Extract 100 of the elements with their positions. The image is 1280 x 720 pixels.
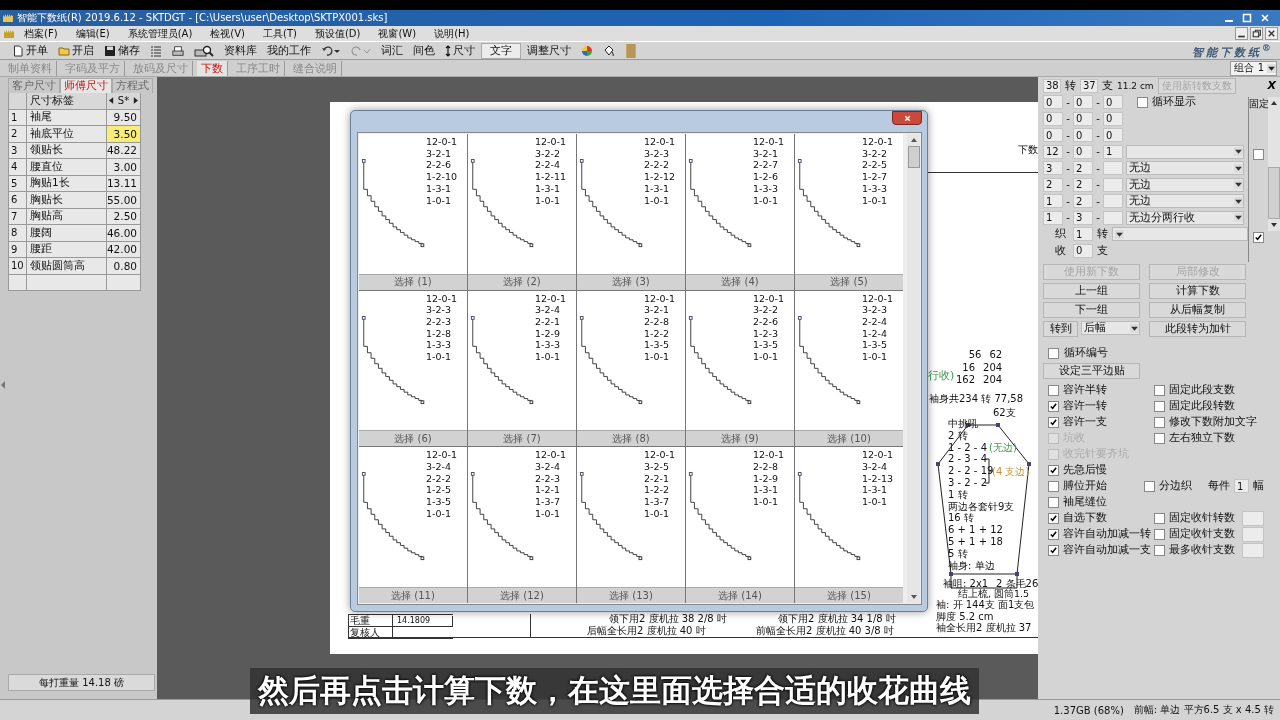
table-cell[interactable]: 55.00 [107,192,141,209]
option-row[interactable]: 容许一转 [1043,399,1154,413]
checkbox[interactable] [1144,480,1155,492]
turns-field[interactable]: 38 [1043,78,1061,93]
checkbox[interactable] [1048,512,1059,524]
step-field[interactable]: 0 [1103,111,1123,126]
step-field[interactable]: 0 [1073,128,1093,143]
dropdown-arrow-icon[interactable] [1267,63,1276,73]
bind-field[interactable]: 0 [1073,243,1093,258]
step-field[interactable]: 1 [1043,194,1063,209]
option-row[interactable]: 容许半转 [1043,383,1154,397]
step-field[interactable]: 3 [1073,210,1093,225]
close-icon[interactable] [1265,27,1278,40]
minimize-icon[interactable] [1235,27,1248,40]
checkbox[interactable] [1048,416,1059,428]
action-button[interactable]: 从后幅复制 [1149,302,1246,318]
action-button[interactable]: 设定三平边贴 [1043,363,1140,379]
goto-button[interactable]: 转到 [1043,321,1078,337]
tab[interactable]: 师傅尺寸 [60,78,112,93]
checkbox[interactable] [1048,400,1059,412]
scrollbar[interactable] [907,134,920,603]
checkbox[interactable] [1137,96,1148,108]
checkbox[interactable] [1048,544,1059,556]
menu-item[interactable]: 编辑(E) [71,26,110,41]
select-button[interactable]: 选择 (9) [686,430,794,447]
dropdown-arrow-icon[interactable] [1234,163,1243,173]
step-field[interactable] [1103,161,1123,176]
option-row[interactable]: 容许自动加减一支 [1043,543,1154,557]
step-field[interactable]: 3 [1043,161,1063,176]
my-work-button[interactable]: 我的工作 [263,42,315,59]
option-row[interactable]: 袖尾缝位 [1043,495,1154,509]
step-field[interactable]: 1 [1103,144,1123,159]
scroll-down-icon[interactable] [1270,222,1278,228]
step-field[interactable]: 0 [1043,111,1063,126]
size-button[interactable]: 尺寸 [441,42,479,59]
maximize-icon[interactable] [1242,13,1252,23]
action-button[interactable]: 此段转为加针 [1149,321,1246,337]
step-field[interactable] [1103,210,1123,225]
new-button[interactable]: 开单 [8,42,52,59]
restore-icon[interactable] [1250,27,1263,40]
select-button[interactable]: 选择 (13) [577,587,685,603]
edge-dropdown[interactable]: 无边 [1126,194,1244,209]
checkbox[interactable] [1048,528,1059,540]
table-cell[interactable]: 0.80 [107,258,141,275]
checkbox[interactable] [1154,384,1165,396]
checkbox[interactable] [1048,384,1059,396]
checkbox[interactable] [1252,231,1264,243]
number-field[interactable] [1242,510,1264,526]
piece-dropdown[interactable]: 后幅 [1081,321,1140,335]
checkbox[interactable] [1048,464,1059,476]
step-field[interactable]: 0 [1073,95,1093,110]
select-button[interactable]: 选择 (15) [795,587,903,603]
close-button[interactable]: X [1267,79,1276,92]
step-field[interactable]: 0 [1103,95,1123,110]
vocabulary-button[interactable]: 词汇 [377,42,407,59]
step-field[interactable]: 12 [1043,144,1063,159]
dropdown-arrow-icon[interactable] [1234,213,1243,223]
dropdown-arrow-icon[interactable] [1114,229,1124,239]
scroll-down-icon[interactable] [909,594,918,600]
select-button[interactable]: 选择 (12) [468,587,576,603]
select-button[interactable]: 选择 (10) [795,430,903,447]
database-button[interactable]: 资料库 [220,42,261,59]
select-button[interactable]: 选择 (6) [359,430,467,447]
text-button[interactable]: 文字 [481,42,521,59]
step-field[interactable]: 0 [1103,128,1123,143]
close-button[interactable] [892,111,922,125]
step-field[interactable]: 2 [1073,194,1093,209]
checkbox[interactable] [1048,347,1059,359]
step-field[interactable] [1103,177,1123,192]
tab[interactable]: 下数 [197,60,228,76]
checkbox[interactable] [1154,432,1165,444]
checkbox[interactable] [1154,416,1165,428]
dropdown-arrow-icon[interactable] [1234,180,1243,190]
knit-field[interactable]: 1 [1072,227,1093,242]
color-button[interactable]: 间色 [409,42,439,59]
option-row[interactable]: 先急后慢 [1043,463,1154,477]
adjust-size-button[interactable]: 调整尺寸 [523,42,575,59]
menu-item[interactable]: 视窗(W) [374,26,417,41]
menu-item[interactable]: 说明(H) [430,26,470,41]
scrollbar[interactable] [1268,97,1280,231]
scroll-thumb[interactable] [1268,167,1280,219]
table-cell[interactable]: 3.50 [107,126,141,143]
checkbox[interactable] [1048,496,1059,508]
menu-item[interactable]: 档案(F) [20,26,58,41]
number-field[interactable] [1242,526,1264,542]
edge-dropdown[interactable]: 无边 [1126,177,1244,192]
checkbox[interactable] [1048,480,1059,492]
step-field[interactable]: 0 [1043,128,1063,143]
scroll-up-icon[interactable] [1270,100,1278,106]
checkbox[interactable] [1154,528,1165,540]
dropdown-arrow-icon[interactable] [1130,323,1139,333]
dropdown-arrow-icon[interactable] [1234,147,1243,157]
step-field[interactable]: 1 [1043,210,1063,225]
select-button[interactable]: 选择 (8) [577,430,685,447]
table-cell[interactable]: 3.00 [107,159,141,176]
menu-item[interactable]: 工具(T) [259,26,297,41]
edge-dropdown[interactable]: 无边分两行收 [1126,210,1244,225]
checkbox[interactable] [1154,400,1165,412]
checkbox[interactable] [1154,512,1165,524]
select-button[interactable]: 选择 (14) [686,587,794,603]
